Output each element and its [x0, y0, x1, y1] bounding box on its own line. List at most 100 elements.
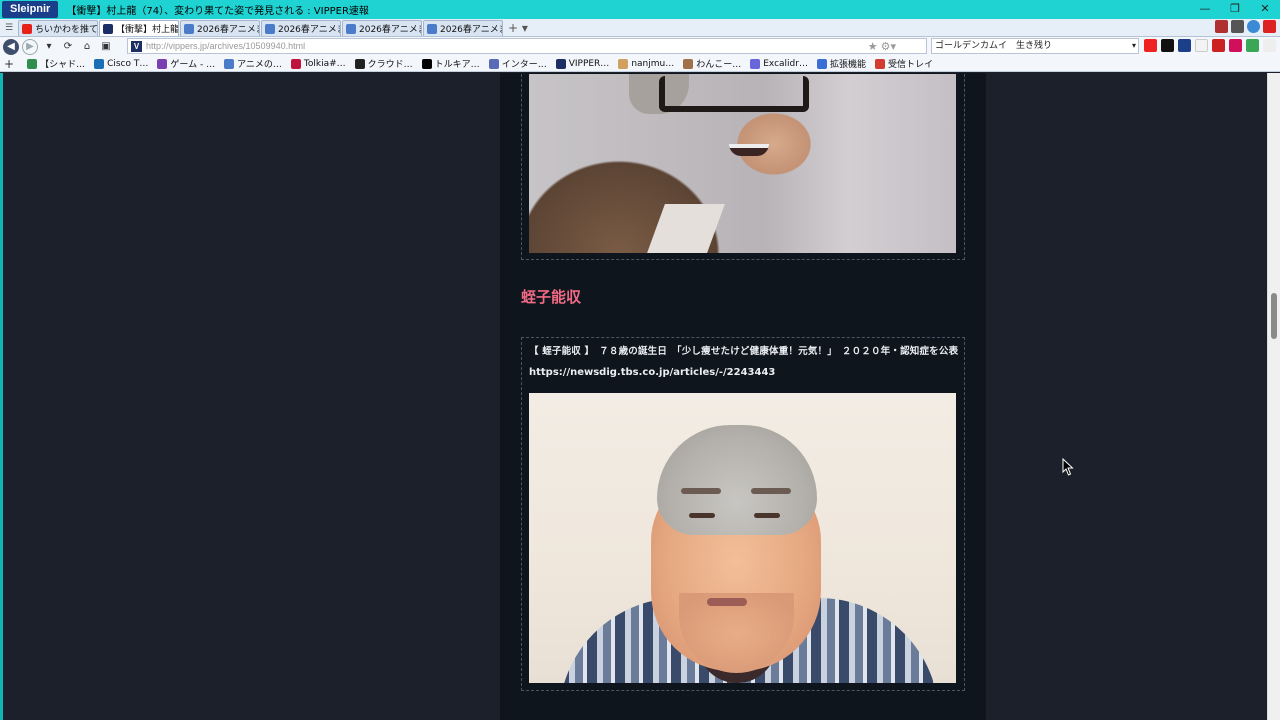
search-text: ゴールデンカムイ 生き残り: [935, 41, 1053, 51]
bookmark-label: 受信トレイ: [887, 60, 933, 70]
bookmark-item[interactable]: 受信トレイ: [874, 57, 933, 70]
youtube-icon: [22, 23, 32, 34]
tab-label: 【衝撃】村上龍（…: [116, 25, 179, 35]
bookmark-item[interactable]: VIPPER…: [555, 57, 610, 70]
embed-card: 【 蛭子能収 】 ７８歳の誕生日 「少し痩せたけど健康体重！元気！」 ２０２０年…: [521, 337, 965, 691]
bookmark-item[interactable]: 拡張機能: [816, 57, 866, 70]
bookmark-favicon-icon: [421, 58, 432, 69]
extension-icon-2[interactable]: [1231, 20, 1244, 33]
bookmark-label: インター…: [501, 60, 547, 70]
bookmark-favicon-icon: [290, 58, 301, 69]
browser-tab[interactable]: 2026春アニメまと…: [423, 20, 503, 36]
bookmark-favicon-icon: [94, 58, 105, 69]
x-shortcut-icon[interactable]: [1161, 39, 1174, 52]
tab-label: 2026春アニメまと…: [359, 25, 421, 35]
search-dropdown-icon[interactable]: ▾: [1132, 39, 1136, 53]
google-shortcut-icon[interactable]: [1246, 39, 1259, 52]
bookmark-item[interactable]: トルキア…: [421, 57, 480, 70]
site-favicon: V: [131, 40, 142, 52]
article-photo-murakami: [529, 74, 956, 253]
vertical-scrollbar[interactable]: [1267, 73, 1280, 720]
bookmark-item[interactable]: 【シャド…: [27, 57, 85, 70]
back-button[interactable]: ◀: [3, 38, 19, 55]
cloud-icon: [346, 23, 356, 34]
cloud-icon: [184, 23, 194, 34]
bookmark-favicon-icon: [27, 58, 38, 69]
bookmark-item[interactable]: クラウド…: [354, 57, 413, 70]
bookmark-item[interactable]: nanjmu…: [618, 57, 674, 70]
tab-menu-icon[interactable]: ☰: [0, 19, 18, 36]
bookmarks-bar: + 【シャド… Cisco T… ゲーム - … アニメの… Tolkia#… クラウド……: [0, 56, 1280, 72]
bookmark-item[interactable]: Excalidr…: [750, 57, 808, 70]
url-text: http://vippers.jp/archives/10509940.html: [146, 41, 306, 51]
forward-button[interactable]: ▶: [22, 38, 38, 55]
extension-icon-4[interactable]: [1263, 20, 1276, 33]
bookmark-label: VIPPER…: [568, 58, 610, 69]
bookmark-favicon-icon: [750, 58, 761, 69]
search-input[interactable]: ゴールデンカムイ 生き残り ▾: [931, 38, 1139, 54]
article-photo-ebisu: [529, 393, 956, 683]
extension-icon-3[interactable]: [1247, 20, 1260, 33]
bookmark-favicon-icon: [874, 58, 885, 69]
cloud-icon: [427, 23, 437, 34]
bookmark-item[interactable]: Tolkia#…: [290, 57, 346, 70]
window-titlebar: Sleipnir 【衝撃】村上龍（74）、変わり果てた姿で発見される : VIP…: [0, 0, 1280, 19]
home-icon[interactable]: ⌂: [79, 39, 95, 55]
bookmark-favicon-icon: [683, 58, 694, 69]
extension-icon-1[interactable]: [1215, 20, 1228, 33]
bookmark-favicon-icon: [224, 58, 235, 69]
amazon-shortcut-icon[interactable]: [1195, 39, 1208, 52]
cloud-icon: [265, 23, 275, 34]
tab-label: 2026春アニメまと…: [440, 25, 502, 35]
app-menu-button[interactable]: Sleipnir: [2, 1, 59, 18]
image-card: [521, 73, 965, 260]
bookmark-item[interactable]: アニメの…: [224, 57, 282, 70]
add-bookmark-icon[interactable]: +: [4, 57, 14, 71]
browser-tab[interactable]: ちいかわを推てた…: [18, 20, 98, 36]
scrollbar-thumb[interactable]: [1271, 293, 1277, 339]
bookmark-label: 拡張機能: [829, 60, 866, 70]
minimize-button[interactable]: —: [1190, 0, 1220, 19]
bookmark-favicon-icon: [816, 58, 827, 69]
page-info-icon[interactable]: ▣: [98, 39, 114, 55]
browser-tab[interactable]: 2026春アニメまと…: [342, 20, 422, 36]
bookmark-label: nanjmu…: [631, 58, 675, 69]
browser-tab[interactable]: 【衝撃】村上龍（…: [99, 20, 179, 36]
bookmark-label: Tolkia#…: [303, 58, 346, 69]
restore-button[interactable]: ❐: [1220, 0, 1250, 19]
bookmark-label: 【シャド…: [40, 60, 86, 70]
window-title: 【衝撃】村上龍（74）、変わり果てた姿で発見される : VIPPER速報: [66, 6, 369, 17]
close-window-button[interactable]: ✕: [1250, 0, 1280, 19]
tab-label: 2026春アニメまと…: [197, 25, 259, 35]
new-tab-button[interactable]: + ▾: [504, 20, 532, 36]
vipper-icon: [103, 23, 113, 34]
reload-icon[interactable]: ⟳: [60, 39, 76, 55]
bookmark-item[interactable]: ゲーム - …: [157, 57, 215, 70]
url-input[interactable]: V http://vippers.jp/archives/10509940.ht…: [127, 38, 927, 54]
tab-label: ちいかわを推てた…: [35, 25, 98, 35]
bookmark-label: Cisco T…: [107, 58, 149, 69]
news-shortcut-icon[interactable]: [1178, 39, 1191, 52]
page-viewport: 蛭子能収 【 蛭子能収 】 ７８歳の誕生日 「少し痩せたけど健康体重！元気！」 …: [0, 73, 1267, 720]
bookmark-item[interactable]: わんこー…: [683, 57, 741, 70]
yahoo-shortcut-icon[interactable]: [1229, 39, 1242, 52]
menu-more-icon[interactable]: [1263, 39, 1276, 52]
bookmark-favicon-icon: [488, 58, 499, 69]
bookmark-label: トルキア…: [434, 60, 480, 70]
bookmark-label: クラウド…: [367, 60, 413, 70]
bookmark-item[interactable]: インター…: [488, 57, 547, 70]
bookmark-star-icon[interactable]: ★ ⚙▾: [868, 40, 896, 53]
bookmark-item[interactable]: Cisco T…: [94, 57, 148, 70]
browser-tab[interactable]: 2026春アニメまと…: [180, 20, 260, 36]
bookmark-label: Excalidr…: [763, 58, 808, 69]
address-toolbar: ◀ ▶ ▾ ⟳ ⌂ ▣ V http://vippers.jp/archives…: [0, 37, 1280, 56]
bookmark-label: アニメの…: [237, 60, 282, 70]
section-heading: 蛭子能収: [521, 288, 582, 306]
browser-tab[interactable]: 2026春アニメまと…: [261, 20, 341, 36]
embed-link[interactable]: https://newsdig.tbs.co.jp/articles/-/224…: [529, 367, 775, 378]
bookmark-label: わんこー…: [696, 60, 742, 70]
youtube-shortcut-icon[interactable]: [1144, 39, 1157, 52]
history-dropdown-icon[interactable]: ▾: [41, 39, 57, 55]
bookmark-favicon-icon: [618, 58, 629, 69]
bookmark-b-icon[interactable]: [1212, 39, 1225, 52]
